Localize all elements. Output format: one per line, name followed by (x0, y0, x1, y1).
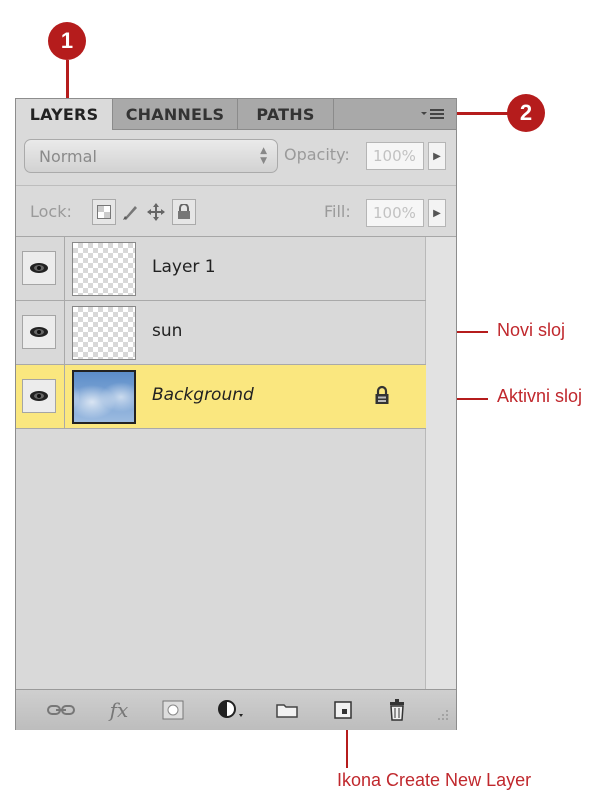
opacity-label: Opacity: (284, 145, 350, 164)
adjustment-layer-icon[interactable] (216, 698, 246, 722)
layer-divider (64, 301, 65, 364)
layers-panel: LAYERS CHANNELS PATHS Normal ▲ ▼ Opacity:… (15, 98, 457, 730)
tab-channels[interactable]: CHANNELS (113, 99, 238, 129)
callout-2: 2 (507, 94, 545, 132)
create-new-layer-icon[interactable] (330, 698, 356, 722)
tab-layers[interactable]: LAYERS (16, 99, 113, 130)
fill-field[interactable]: 100% (366, 199, 424, 227)
lock-icon (374, 385, 390, 410)
delete-layer-icon[interactable] (384, 698, 410, 722)
controls-divider (16, 185, 456, 186)
layer-thumbnail (72, 242, 136, 296)
lock-all-icon[interactable] (172, 199, 196, 225)
tab-paths[interactable]: PATHS (238, 99, 334, 129)
layers-list: Layer 1 sun Background (16, 236, 456, 689)
layer-divider (64, 365, 65, 428)
opacity-slider-button[interactable]: ▶ (428, 142, 446, 170)
callout-1: 1 (48, 22, 86, 60)
lock-label: Lock: (30, 202, 72, 221)
layer-row-background[interactable]: Background (16, 365, 426, 429)
blend-mode-value: Normal (39, 146, 97, 166)
layer-name[interactable]: Layer 1 (152, 257, 216, 277)
add-mask-icon[interactable] (160, 698, 186, 722)
layer-thumbnail (72, 306, 136, 360)
lock-image-pixels-icon[interactable] (118, 199, 142, 225)
scrollbar[interactable] (425, 237, 456, 689)
layer-thumbnail (72, 370, 136, 424)
new-group-icon[interactable] (274, 698, 300, 722)
layer-name[interactable]: Background (152, 385, 254, 405)
blend-mode-select[interactable]: Normal ▲ ▼ (24, 139, 278, 173)
bottom-toolbar: fx (16, 689, 456, 730)
panel-menu-icon[interactable] (420, 105, 446, 123)
opacity-field[interactable]: 100% (366, 142, 424, 170)
lock-transparent-icon[interactable] (92, 199, 116, 225)
eye-icon[interactable] (22, 251, 56, 285)
fx-icon[interactable]: fx (104, 698, 134, 722)
select-arrows-icon: ▲ ▼ (260, 146, 267, 166)
lock-position-icon[interactable] (144, 199, 168, 225)
fill-label: Fill: (324, 202, 351, 221)
new-layer-annotation: Novi sloj (497, 320, 566, 340)
eye-icon[interactable] (22, 379, 56, 413)
create-icon-pointer (346, 726, 348, 768)
fill-slider-button[interactable]: ▶ (428, 199, 446, 227)
layer-row-layer-1[interactable]: Layer 1 (16, 237, 426, 301)
tab-bar: LAYERS CHANNELS PATHS (16, 99, 456, 130)
active-layer-annotation: Aktivni sloj (497, 386, 583, 406)
link-layers-icon[interactable] (46, 698, 76, 722)
layer-divider (64, 237, 65, 300)
callout-2-line (452, 112, 508, 115)
create-icon-annotation: Ikona Create New Layer (337, 770, 532, 790)
resize-grip-icon[interactable] (432, 704, 452, 728)
layer-name[interactable]: sun (152, 321, 182, 341)
layer-row-sun[interactable]: sun (16, 301, 426, 365)
eye-icon[interactable] (22, 315, 56, 349)
